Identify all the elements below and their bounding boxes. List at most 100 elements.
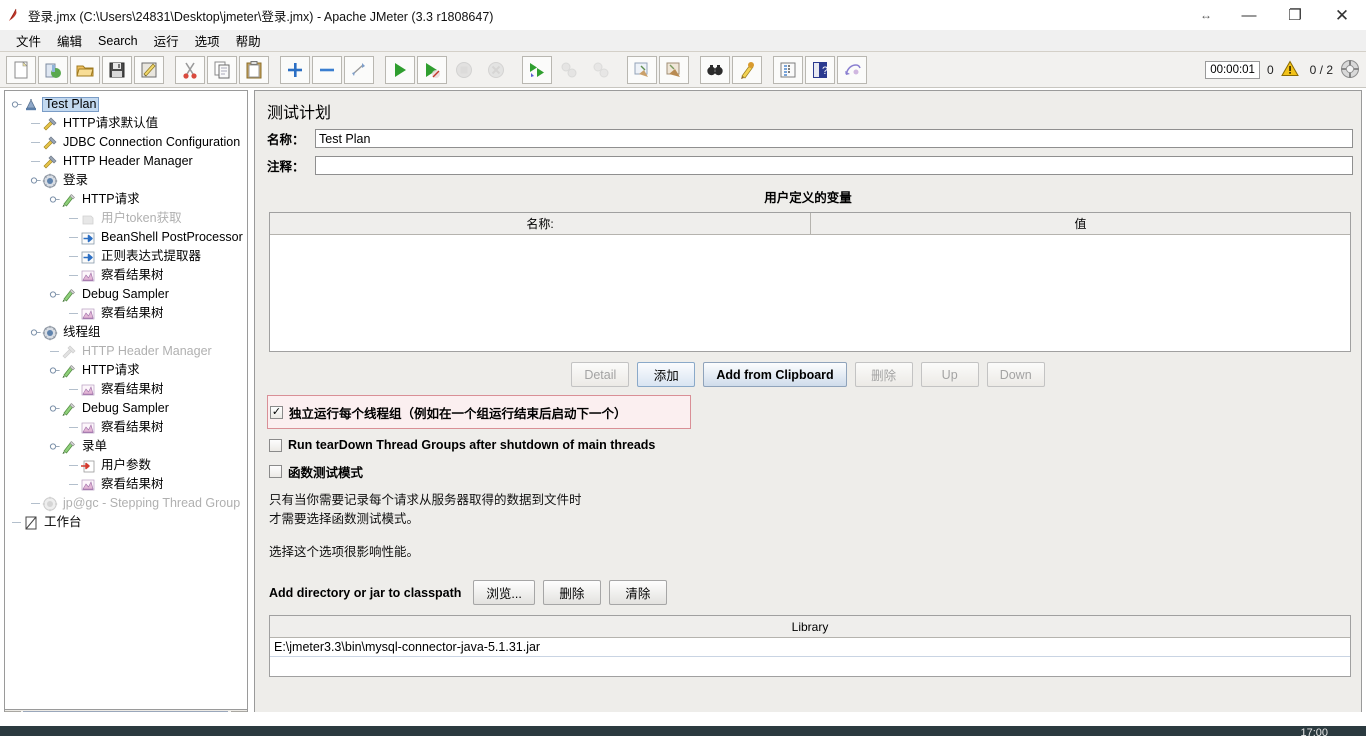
menu-help[interactable]: 帮助 <box>228 29 269 52</box>
collapse-all-icon[interactable] <box>312 55 342 84</box>
menu-file[interactable]: 文件 <box>8 29 49 52</box>
start-icon[interactable] <box>385 55 415 84</box>
toggle-icon[interactable] <box>344 55 374 84</box>
clear-icon[interactable] <box>627 55 657 84</box>
remote-connection-icon[interactable] <box>1340 59 1360 82</box>
classpath-library-table[interactable]: Library E:\jmeter3.3\bin\mysql-connector… <box>269 615 1351 677</box>
menu-options[interactable]: 选项 <box>187 29 228 52</box>
checkbox-checked-icon[interactable]: ✓ <box>270 405 283 419</box>
help-icon[interactable]: ? <box>805 55 835 84</box>
config-element-icon <box>41 115 58 132</box>
test-plan-tree[interactable]: Test Plan HTTP请求默认值 JDBC Connection Config… <box>4 90 248 710</box>
search-reset-icon[interactable] <box>732 55 762 84</box>
tree-leaf-connector-icon <box>30 495 41 512</box>
add-button[interactable]: 添加 <box>637 362 696 387</box>
tree-node[interactable]: 登录 <box>5 171 247 190</box>
tree-expand-handle-icon[interactable] <box>49 400 60 417</box>
function-helper-icon[interactable] <box>773 55 803 84</box>
copy-icon[interactable] <box>207 55 237 84</box>
tree-node[interactable]: JDBC Connection Configuration <box>5 133 247 152</box>
save-icon[interactable] <box>102 55 132 84</box>
tree-node[interactable]: 察看结果树 <box>5 304 247 323</box>
library-row[interactable]: E:\jmeter3.3\bin\mysql-connector-java-5.… <box>270 638 1350 657</box>
minimize-button[interactable]: — <box>1226 0 1272 30</box>
sampler-icon <box>60 400 77 417</box>
tree-node[interactable]: 线程组 <box>5 323 247 342</box>
tree-node[interactable]: jp@gc - Stepping Thread Group <box>5 494 247 513</box>
clear-all-icon[interactable] <box>659 55 689 84</box>
search-icon[interactable] <box>700 55 730 84</box>
tree-node[interactable]: HTTP Header Manager <box>5 152 247 171</box>
paste-icon[interactable] <box>239 55 269 84</box>
tree-node[interactable]: HTTP Header Manager <box>5 342 247 361</box>
tree-node-label: 用户参数 <box>101 458 152 472</box>
toolbar-separator <box>513 56 522 84</box>
classpath-clear-button[interactable]: 清除 <box>608 580 667 605</box>
sampler-icon <box>60 438 77 455</box>
add-from-clipboard-button[interactable]: Add from Clipboard <box>703 362 847 387</box>
name-input[interactable]: Test Plan <box>315 129 1353 148</box>
tree-node[interactable]: 工作台 <box>5 513 247 532</box>
menu-search[interactable]: Search <box>90 32 146 50</box>
warning-triangle-icon[interactable] <box>1280 60 1299 80</box>
variables-table-body[interactable] <box>270 235 1350 351</box>
comment-input[interactable] <box>315 156 1353 175</box>
options-checkbox-area: ✓ 独立运行每个线程组（例如在一个组运行结束后启动下一个） Run tearDown… <box>255 395 1361 481</box>
tree-node[interactable]: Debug Sampler <box>5 285 247 304</box>
window-titlebar: 登录.jmx (C:\Users\24831\Desktop\jmeter\登录… <box>0 0 1366 30</box>
expand-all-icon[interactable] <box>280 55 310 84</box>
functional-mode-description: 只有当你需要记录每个请求从服务器取得的数据到文件时 才需要选择函数测试模式。 选择这… <box>255 491 1361 562</box>
classpath-delete-button[interactable]: 删除 <box>542 580 601 605</box>
restore-button[interactable]: ❐ <box>1272 0 1318 30</box>
run-teardown-checkbox-row[interactable]: Run tearDown Thread Groups after shutdow… <box>255 435 1361 455</box>
menu-edit[interactable]: 编辑 <box>49 29 90 52</box>
tree-node[interactable]: HTTP请求默认值 <box>5 114 247 133</box>
functional-test-mode-checkbox-label: 函数测试模式 <box>288 465 364 480</box>
tree-expand-handle-icon[interactable] <box>30 172 41 189</box>
tree-expand-handle-icon[interactable] <box>11 96 22 113</box>
tree-node[interactable]: Test Plan <box>5 95 247 114</box>
new-icon[interactable] <box>6 55 36 84</box>
config-element-icon <box>41 134 58 151</box>
tree-node[interactable]: HTTP请求 <box>5 190 247 209</box>
serialize-thread-groups-checkbox-row[interactable]: ✓ 独立运行每个线程组（例如在一个组运行结束后启动下一个） <box>267 395 691 429</box>
tree-node-label: BeanShell PostProcessor <box>101 230 243 244</box>
thread-group-icon <box>41 324 58 341</box>
save-as-icon[interactable] <box>134 55 164 84</box>
tree-node-label: 察看结果树 <box>101 306 164 320</box>
open-icon[interactable] <box>70 55 100 84</box>
tree-expand-handle-icon[interactable] <box>30 324 41 341</box>
tree-node-label: Debug Sampler <box>82 401 169 415</box>
templates-icon[interactable] <box>38 55 68 84</box>
cut-icon[interactable] <box>175 55 205 84</box>
checkbox-unchecked-icon[interactable] <box>269 464 282 478</box>
tree-node[interactable]: HTTP请求 <box>5 361 247 380</box>
tree-node[interactable]: 用户token获取 <box>5 209 247 228</box>
tree-expand-handle-icon[interactable] <box>49 362 60 379</box>
tree-node[interactable]: BeanShell PostProcessor <box>5 228 247 247</box>
menu-run[interactable]: 运行 <box>146 29 187 52</box>
tree-node-label: 录单 <box>82 439 108 453</box>
tree-expand-handle-icon[interactable] <box>49 286 60 303</box>
tree-node[interactable]: 察看结果树 <box>5 475 247 494</box>
resize-icon[interactable]: ↔ <box>1186 0 1226 30</box>
tree-expand-handle-icon[interactable] <box>49 438 60 455</box>
tree-node[interactable]: 录单 <box>5 437 247 456</box>
start-no-pauses-icon[interactable] <box>417 55 447 84</box>
start-remote-all-icon[interactable] <box>522 55 552 84</box>
close-button[interactable]: ✕ <box>1318 0 1366 30</box>
undo-icon[interactable] <box>837 55 867 84</box>
tree-expand-handle-icon[interactable] <box>49 191 60 208</box>
toolbar-separator <box>271 56 280 84</box>
browse-button[interactable]: 浏览... <box>473 580 535 605</box>
checkbox-unchecked-icon[interactable] <box>269 438 282 452</box>
tree-node[interactable]: 察看结果树 <box>5 266 247 285</box>
tree-node[interactable]: 察看结果树 <box>5 418 247 437</box>
tree-node[interactable]: 察看结果树 <box>5 380 247 399</box>
tree-node[interactable]: 用户参数 <box>5 456 247 475</box>
user-variables-table[interactable]: 名称: 值 <box>269 212 1351 352</box>
tree-node[interactable]: Debug Sampler <box>5 399 247 418</box>
tree-node[interactable]: 正则表达式提取器 <box>5 247 247 266</box>
functional-test-mode-checkbox-row[interactable]: 函数测试模式 <box>255 461 1361 481</box>
